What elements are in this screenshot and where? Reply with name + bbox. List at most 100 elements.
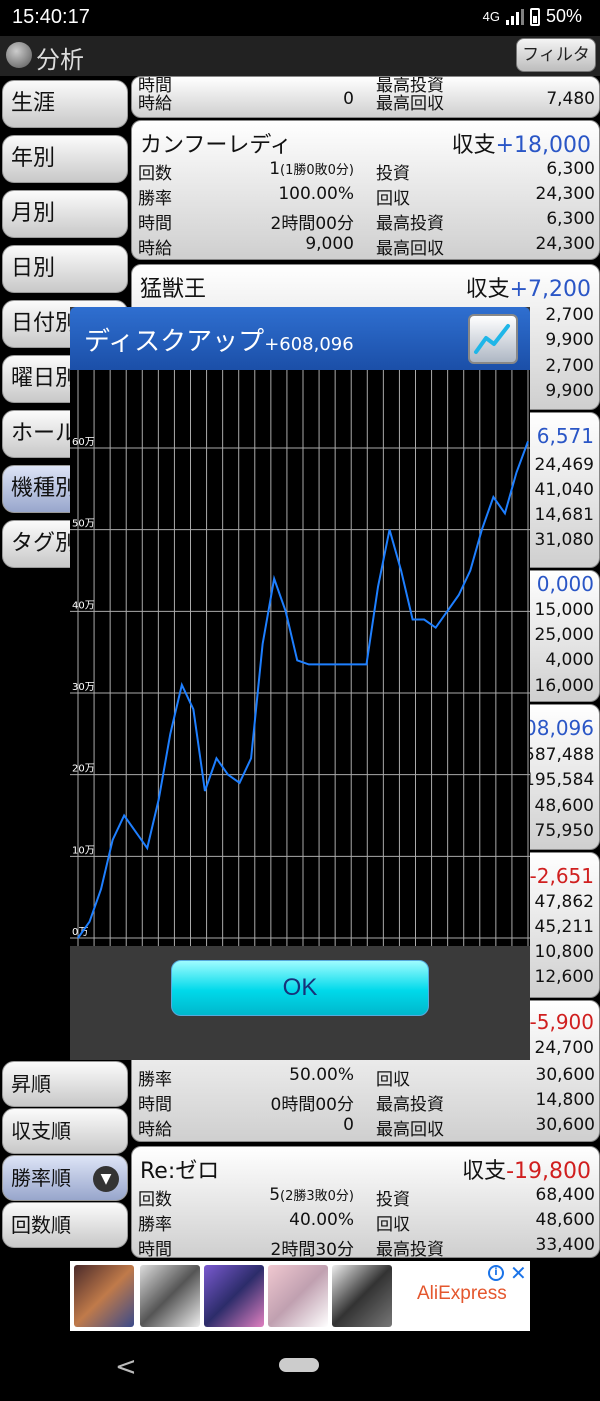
close-icon[interactable]: ✕: [510, 1261, 527, 1285]
menu-monthly[interactable]: 月別: [2, 190, 128, 238]
home-icon[interactable]: [279, 1358, 319, 1372]
row-value: 0: [343, 1115, 354, 1135]
row-value: 7,480: [546, 89, 595, 109]
peek-value: 24,469: [534, 455, 594, 475]
peek-value: 14,681: [534, 505, 594, 525]
row-value: 48,600: [535, 1210, 595, 1230]
row-label: 投資: [376, 164, 410, 184]
row-value: 2時間30分: [270, 1240, 354, 1258]
status-bar: 15:40:17 4G 50%: [0, 0, 600, 36]
ad-brand[interactable]: AliExpress: [417, 1283, 507, 1305]
peek-value: 41,040: [534, 480, 594, 500]
row-value: 24,300: [535, 234, 595, 254]
ad-thumbnail[interactable]: [332, 1265, 392, 1327]
chevron-down-icon: ▼: [93, 1166, 119, 1192]
row-label: 投資: [376, 1190, 410, 1210]
row-label: 回収: [376, 1215, 410, 1235]
row-value: 0時間00分: [270, 1095, 354, 1115]
battery-level: 50%: [545, 6, 582, 26]
row-value: 30,600: [535, 1115, 595, 1135]
list-item-partial[interactable]: 時間 最高投資 時給 0 最高回収 7,480: [131, 76, 600, 118]
profit-value: 収支+7,200: [465, 277, 591, 302]
row-label: 時間: [138, 214, 172, 234]
peek-value: 12,600: [534, 967, 594, 987]
filter-button[interactable]: フィルタ: [516, 38, 596, 72]
ad-thumbnail[interactable]: [204, 1265, 264, 1327]
sort-by-winrate[interactable]: 勝率順 ▼: [2, 1155, 128, 1201]
peek-value: 6,571: [536, 424, 594, 448]
peek-value: -5,900: [529, 1010, 594, 1034]
row-value: 9,000: [305, 234, 354, 254]
row-value: 14,800: [535, 1090, 595, 1110]
sort-by-count[interactable]: 回数順: [2, 1202, 128, 1248]
ad-thumbnail[interactable]: [74, 1265, 134, 1327]
row-value: 1(1勝0敗0分): [269, 159, 354, 179]
row-value: 0: [343, 89, 354, 109]
ad-thumbnail[interactable]: [140, 1265, 200, 1327]
sort-by-profit[interactable]: 収支順: [2, 1108, 128, 1154]
peek-value: 9,900: [545, 330, 594, 350]
row-value: 30,600: [535, 1065, 595, 1085]
row-label: 勝率: [138, 1215, 172, 1235]
row-label: 最高回収: [376, 94, 444, 114]
menu-yearly[interactable]: 年別: [2, 135, 128, 183]
graph-dialog: ディスクアップ+608,096 0万 10万 20万 30万 40万 50万 60万 OK: [70, 307, 530, 1060]
app-logo-icon: [6, 42, 32, 68]
peek-value: 25,000: [534, 625, 594, 645]
peek-value: 15,000: [534, 600, 594, 620]
row-label: 最高投資: [376, 1095, 444, 1115]
sort-ascending[interactable]: 昇順: [2, 1061, 128, 1107]
machine-name: カンフーレディ: [140, 133, 292, 158]
peek-value: 4,000: [545, 650, 594, 670]
peek-value: 47,862: [534, 892, 594, 912]
ok-button[interactable]: OK: [171, 960, 429, 1016]
y-tick-label: 10万: [72, 845, 95, 856]
machine-name: 猛獣王: [140, 277, 207, 302]
status-time: 15:40:17: [12, 6, 90, 28]
y-tick-label: 30万: [72, 682, 95, 693]
row-label: 回数: [138, 1190, 172, 1210]
y-tick-label: 60万: [72, 437, 95, 448]
row-label: 時給: [138, 239, 172, 259]
back-icon[interactable]: <: [115, 1352, 137, 1382]
list-item-rezero[interactable]: Re:ゼロ 収支-19,800 回数 5(2勝3敗0分) 投資 68,400 勝…: [131, 1146, 600, 1258]
app-title: 分析: [36, 46, 84, 74]
menu-daily[interactable]: 日別: [2, 245, 128, 293]
row-label: 最高投資: [376, 1240, 444, 1258]
row-label: 勝率: [138, 189, 172, 209]
peek-value: 10,800: [534, 942, 594, 962]
profit-value: 収支+18,000: [451, 133, 591, 158]
row-label: 回収: [376, 189, 410, 209]
row-value: 50.00%: [289, 1065, 354, 1085]
list-item-kungfu-lady[interactable]: カンフーレディ 収支+18,000 回数 1(1勝0敗0分) 投資 6,300 …: [131, 120, 600, 260]
peek-value: 587,488: [524, 745, 595, 765]
info-icon[interactable]: i: [488, 1265, 504, 1281]
row-label: 時給: [138, 94, 172, 114]
ad-thumbnail[interactable]: [268, 1265, 328, 1327]
peek-value: 45,211: [534, 917, 594, 937]
menu-lifetime[interactable]: 生涯: [2, 80, 128, 128]
row-label: 最高投資: [376, 214, 444, 234]
peek-value: 08,096: [524, 716, 594, 740]
y-tick-label: 20万: [72, 764, 95, 775]
signal-icon: [505, 8, 524, 25]
ad-banner[interactable]: AliExpress i ✕: [70, 1261, 530, 1331]
profit-chart: 0万 10万 20万 30万 40万 50万 60万: [70, 370, 530, 946]
row-value: 2時間00分: [270, 214, 354, 234]
peek-value: 195,584: [524, 770, 595, 790]
peek-value: -2,651: [529, 864, 594, 888]
line-chart-icon[interactable]: [468, 314, 518, 364]
row-value: 5(2勝3敗0分): [269, 1185, 354, 1205]
row-label: 時間: [138, 1240, 172, 1258]
row-value: 100.00%: [278, 184, 354, 204]
peek-value: 31,080: [534, 530, 594, 550]
row-label: 時間: [138, 1095, 172, 1115]
battery-icon: [529, 7, 540, 26]
y-tick-label: 40万: [72, 600, 95, 611]
machine-name: Re:ゼロ: [140, 1159, 220, 1184]
peek-value: 16,000: [534, 676, 594, 696]
row-value: 6,300: [546, 159, 595, 179]
app-bar: 分析 フィルタ: [0, 36, 600, 76]
row-label: 時給: [138, 1120, 172, 1140]
row-value: 33,400: [535, 1235, 595, 1255]
